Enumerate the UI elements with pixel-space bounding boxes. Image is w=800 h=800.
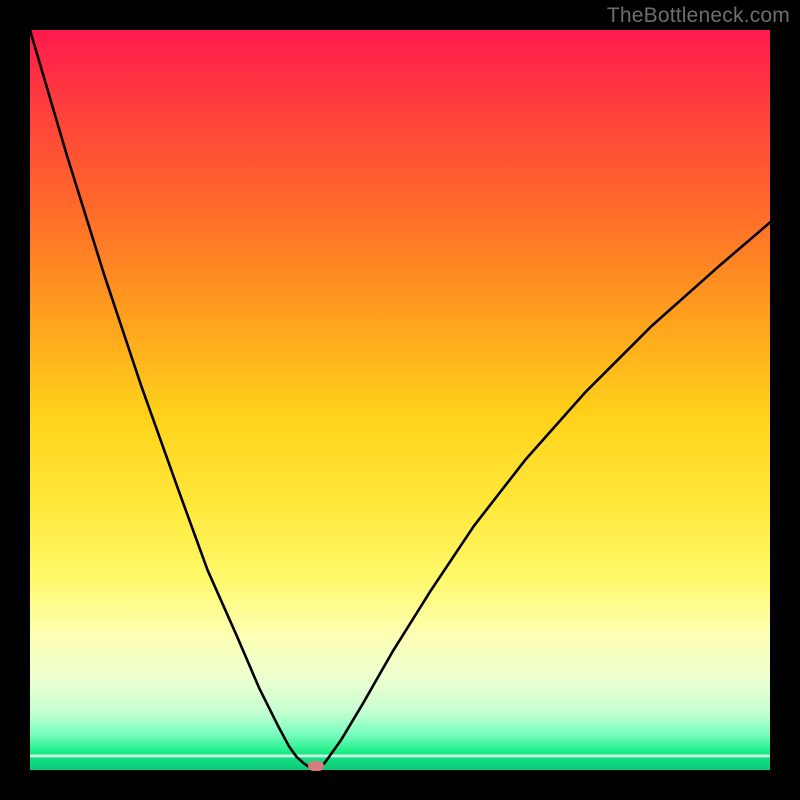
chart-frame: TheBottleneck.com: [0, 0, 800, 800]
optimal-marker: [308, 761, 324, 771]
curve-svg: [30, 30, 770, 770]
bottleneck-curve: [30, 30, 770, 769]
plot-area: [30, 30, 770, 770]
watermark-text: TheBottleneck.com: [607, 4, 790, 28]
